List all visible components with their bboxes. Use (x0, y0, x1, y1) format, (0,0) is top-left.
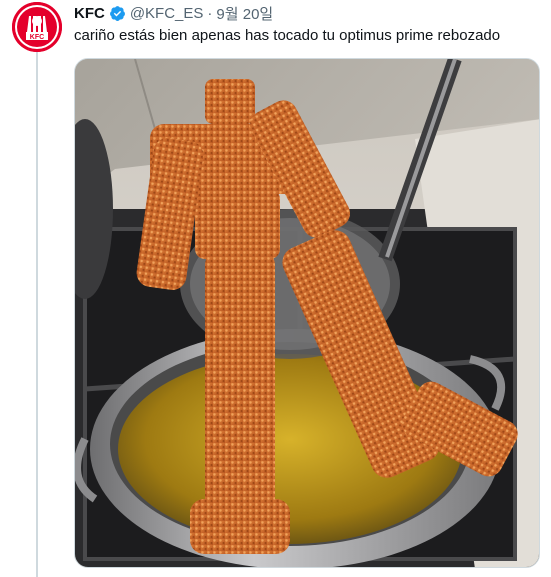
header-separator: · (207, 4, 213, 22)
kfc-logo-icon: KFC (12, 2, 62, 52)
avatar[interactable]: KFC (12, 2, 62, 52)
tweet-date[interactable]: 9월 20일 (216, 3, 273, 24)
verified-badge-icon (109, 5, 125, 21)
author-handle[interactable]: @KFC_ES (130, 5, 204, 22)
photo-fried-robot-icon (75, 59, 539, 567)
thread-line (36, 52, 38, 577)
tweet-header: KFC @KFC_ES · 9월 20일 (74, 3, 273, 23)
tweet-photo[interactable] (74, 58, 540, 568)
avatar-logo-text: KFC (30, 34, 44, 41)
tweet-text: cariño estás bien apenas has tocado tu o… (74, 27, 501, 44)
author-name[interactable]: KFC (74, 5, 105, 22)
